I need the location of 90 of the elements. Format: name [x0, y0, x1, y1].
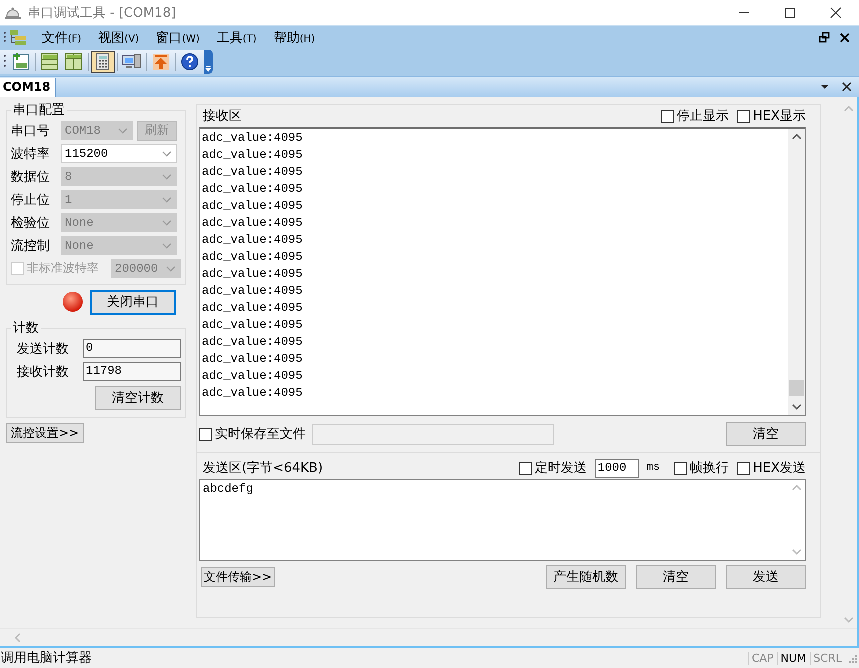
section-title: 接收区: [203, 108, 242, 125]
text-line: adc_value:4095: [202, 317, 304, 334]
clear-button[interactable]: 清空: [726, 422, 806, 446]
text-line: adc_value:4095: [202, 181, 304, 198]
resize-grip-icon[interactable]: [847, 653, 857, 663]
tree-icon[interactable]: [9, 29, 27, 47]
flow-settings-button[interactable]: 流控设置>>: [6, 423, 84, 443]
document-tab[interactable]: COM18: [0, 78, 56, 97]
status-indicator: NUM: [776, 652, 810, 664]
close-port-button[interactable]: 关闭串口: [90, 290, 176, 314]
text-line: adc_value:4095: [202, 215, 304, 232]
bell-icon: [4, 6, 22, 20]
grip-icon: [2, 31, 8, 45]
menu-item[interactable]: 帮助(H): [268, 27, 320, 49]
restore-icon[interactable]: [819, 32, 831, 44]
checkbox-label: 非标准波特率: [27, 260, 99, 277]
scrollbar[interactable]: [788, 129, 805, 415]
scroll-thumb[interactable]: [789, 380, 804, 396]
field-label: 串口号: [11, 122, 51, 140]
file-transfer-button[interactable]: 文件传输>>: [201, 567, 275, 587]
interval-field[interactable]: 1000: [594, 458, 639, 478]
checkbox[interactable]: [518, 462, 532, 474]
checkbox-label: HEX发送: [753, 460, 806, 477]
status-indicator: CAP: [748, 652, 777, 664]
text-line: adc_value:4095: [202, 385, 304, 402]
status-message: 调用电脑计算器: [0, 650, 92, 667]
chevron-icon: [117, 126, 129, 134]
text-line: adc_value:4095: [202, 147, 304, 164]
clear-count-button[interactable]: 清空计数: [95, 386, 181, 410]
overflow-icon[interactable]: [204, 50, 213, 74]
chevron-icon: [165, 264, 177, 272]
checkbox[interactable]: [737, 462, 750, 474]
text-line: adc_value:4095: [202, 164, 304, 181]
unit-label: ms: [646, 462, 660, 474]
text-line: adc_value:4095: [202, 334, 304, 351]
rows-layout-icon: [40, 52, 60, 72]
columns-layout-icon: [64, 52, 84, 72]
chevron-icon: [161, 150, 173, 158]
menu-item[interactable]: 文件(F): [37, 27, 87, 49]
text-line: adc_value:4095: [202, 368, 304, 385]
text-line: adc_value:4095: [202, 198, 304, 215]
checkbox[interactable]: [661, 110, 674, 122]
new-icon: [11, 52, 31, 72]
status-indicator: SCRL: [810, 652, 845, 664]
checkbox-label: 定时发送: [534, 460, 587, 477]
checkbox[interactable]: [674, 462, 688, 474]
checkbox-label: 实时保存至文件: [215, 426, 306, 443]
chevron-icon: [161, 172, 173, 180]
field-label: 接收计数: [17, 364, 70, 380]
group-title: 串口配置: [12, 102, 66, 119]
field-label: 检验位: [11, 214, 51, 232]
count-field: 0: [83, 339, 181, 358]
scroll-up-icon[interactable]: [790, 132, 802, 142]
field-label: 发送计数: [17, 340, 70, 358]
file-path-field[interactable]: [312, 424, 554, 444]
checkbox[interactable]: [199, 428, 212, 440]
dropdown[interactable]: 115200: [61, 144, 177, 163]
random-number-button[interactable]: 产生随机数: [546, 565, 626, 589]
field-label: 数据位: [11, 168, 51, 186]
text-line: adc_value:4095: [202, 351, 304, 368]
scroll-down-icon[interactable]: [790, 402, 802, 412]
count-field: 11798: [83, 362, 181, 381]
send-button[interactable]: 发送: [726, 565, 806, 589]
toolbar-button[interactable]: [91, 51, 115, 73]
menu-item[interactable]: 视图(V): [94, 27, 144, 49]
help-icon: [180, 52, 200, 72]
text-line: adc_value:4095: [202, 300, 304, 317]
checkbox-label: HEX显示: [753, 108, 806, 125]
group-title: 计数: [12, 320, 40, 337]
menu-item[interactable]: 窗口(W): [151, 27, 205, 49]
text-line: adc_value:4095: [202, 249, 304, 266]
text-line: adc_value:4095: [202, 130, 304, 147]
section-title: 发送区(字节<64KB): [203, 460, 324, 477]
checkbox-label: 帧换行: [690, 460, 730, 477]
menu-item[interactable]: 工具(T): [212, 27, 262, 49]
window-title: 串口调试工具 - [COM18]: [28, 4, 176, 22]
clear-button[interactable]: 清空: [636, 565, 716, 589]
chevron-icon: [161, 218, 173, 226]
field-label: 波特率: [11, 146, 51, 162]
close-icon[interactable]: [839, 32, 851, 44]
checkbox-label: 停止显示: [677, 108, 730, 125]
text-line: adc_value:4095: [202, 232, 304, 249]
chevron-icon: [161, 196, 173, 204]
field-label: 流控制: [11, 238, 51, 254]
close-icon[interactable]: [841, 81, 853, 93]
text-line: adc_value:4095: [202, 283, 304, 300]
chevron-icon: [161, 242, 173, 250]
checkbox[interactable]: [737, 110, 750, 122]
field-label: 停止位: [11, 192, 51, 208]
text-line: adc_value:4095: [202, 266, 304, 283]
